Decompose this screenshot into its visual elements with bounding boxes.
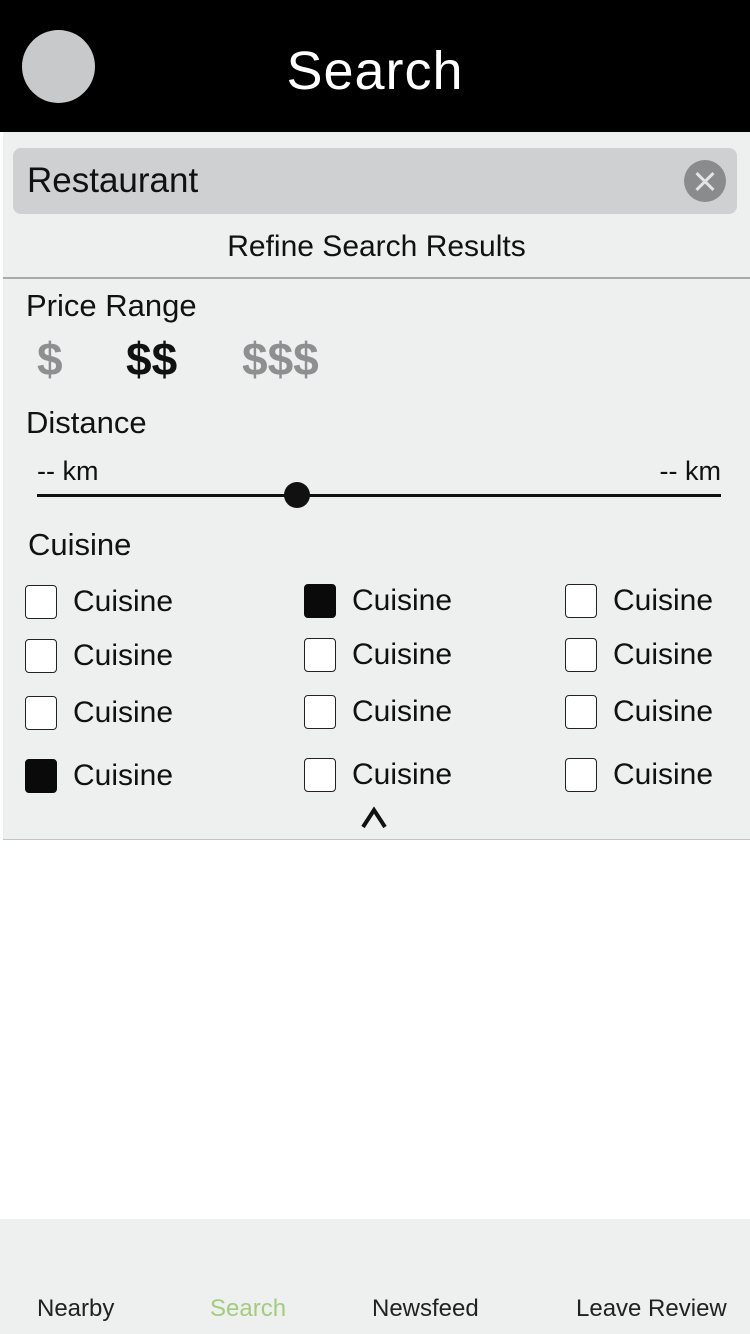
cuisine-option-label: Cuisine (352, 638, 453, 671)
tab-newsfeed[interactable]: Newsfeed (372, 1295, 479, 1323)
checkbox[interactable] (304, 638, 336, 672)
tab-search[interactable]: Search (210, 1295, 286, 1323)
checkbox[interactable] (565, 638, 597, 672)
cuisine-option-label: Cuisine (613, 758, 714, 791)
cuisine-option[interactable]: Cuisine (565, 695, 713, 729)
tab-leave-review[interactable]: Leave Review (576, 1295, 727, 1323)
checkbox[interactable] (304, 758, 336, 792)
price-range-label: Price Range (26, 288, 197, 323)
cuisine-option-label: Cuisine (73, 585, 174, 618)
header-bar: Search (0, 0, 750, 132)
cuisine-option[interactable]: Cuisine (565, 584, 713, 618)
cuisine-option[interactable]: Cuisine (565, 638, 713, 672)
cuisine-option-label: Cuisine (73, 639, 174, 672)
cuisine-option-label: Cuisine (73, 696, 174, 729)
price-option-1[interactable]: $ (37, 332, 63, 386)
distance-label: Distance (26, 405, 147, 440)
checkbox[interactable] (25, 585, 57, 619)
tab-nearby[interactable]: Nearby (37, 1295, 114, 1323)
cuisine-label: Cuisine (28, 527, 132, 562)
cuisine-option[interactable]: Cuisine (25, 696, 173, 730)
cuisine-option[interactable]: Cuisine (304, 638, 452, 672)
clear-icon[interactable] (684, 160, 726, 202)
cuisine-option-label: Cuisine (352, 758, 453, 791)
cuisine-option-label: Cuisine (613, 695, 714, 728)
cuisine-option-label: Cuisine (352, 584, 453, 617)
price-option-3[interactable]: $$$ (242, 332, 319, 386)
refine-title: Refine Search Results (227, 230, 526, 263)
cuisine-option-label: Cuisine (352, 695, 453, 728)
tab-bar: Nearby Search Newsfeed Leave Review (0, 1219, 750, 1334)
divider (3, 277, 750, 279)
distance-slider-thumb[interactable] (283, 482, 310, 508)
price-option-2[interactable]: $$ (126, 332, 177, 386)
cuisine-option[interactable]: Cuisine (25, 585, 173, 619)
distance-max-label: -- km (659, 456, 721, 486)
cuisine-option-label: Cuisine (613, 638, 714, 671)
distance-slider-track[interactable] (37, 494, 721, 497)
distance-min-label: -- km (37, 456, 99, 486)
checkbox[interactable] (565, 584, 597, 618)
cuisine-option[interactable]: Cuisine (304, 584, 452, 618)
cuisine-option[interactable]: Cuisine (304, 758, 452, 792)
cuisine-option[interactable]: Cuisine (25, 639, 173, 673)
checkbox[interactable] (565, 695, 597, 729)
checkbox[interactable] (304, 584, 336, 618)
page-title: Search (286, 41, 464, 101)
checkbox[interactable] (25, 759, 57, 793)
search-bar[interactable]: Restaurant (13, 148, 737, 214)
checkbox[interactable] (25, 639, 57, 673)
cuisine-option-label: Cuisine (613, 584, 714, 617)
cuisine-option[interactable]: Cuisine (304, 695, 452, 729)
checkbox[interactable] (565, 758, 597, 792)
checkbox[interactable] (304, 695, 336, 729)
refine-panel: Restaurant Refine Search Results Price R… (3, 132, 750, 840)
cuisine-option[interactable]: Cuisine (25, 759, 173, 793)
checkbox[interactable] (25, 696, 57, 730)
search-input[interactable]: Restaurant (27, 161, 198, 201)
cuisine-option[interactable]: Cuisine (565, 758, 713, 792)
cuisine-option-label: Cuisine (73, 759, 174, 792)
chevron-up-icon[interactable] (361, 804, 387, 830)
